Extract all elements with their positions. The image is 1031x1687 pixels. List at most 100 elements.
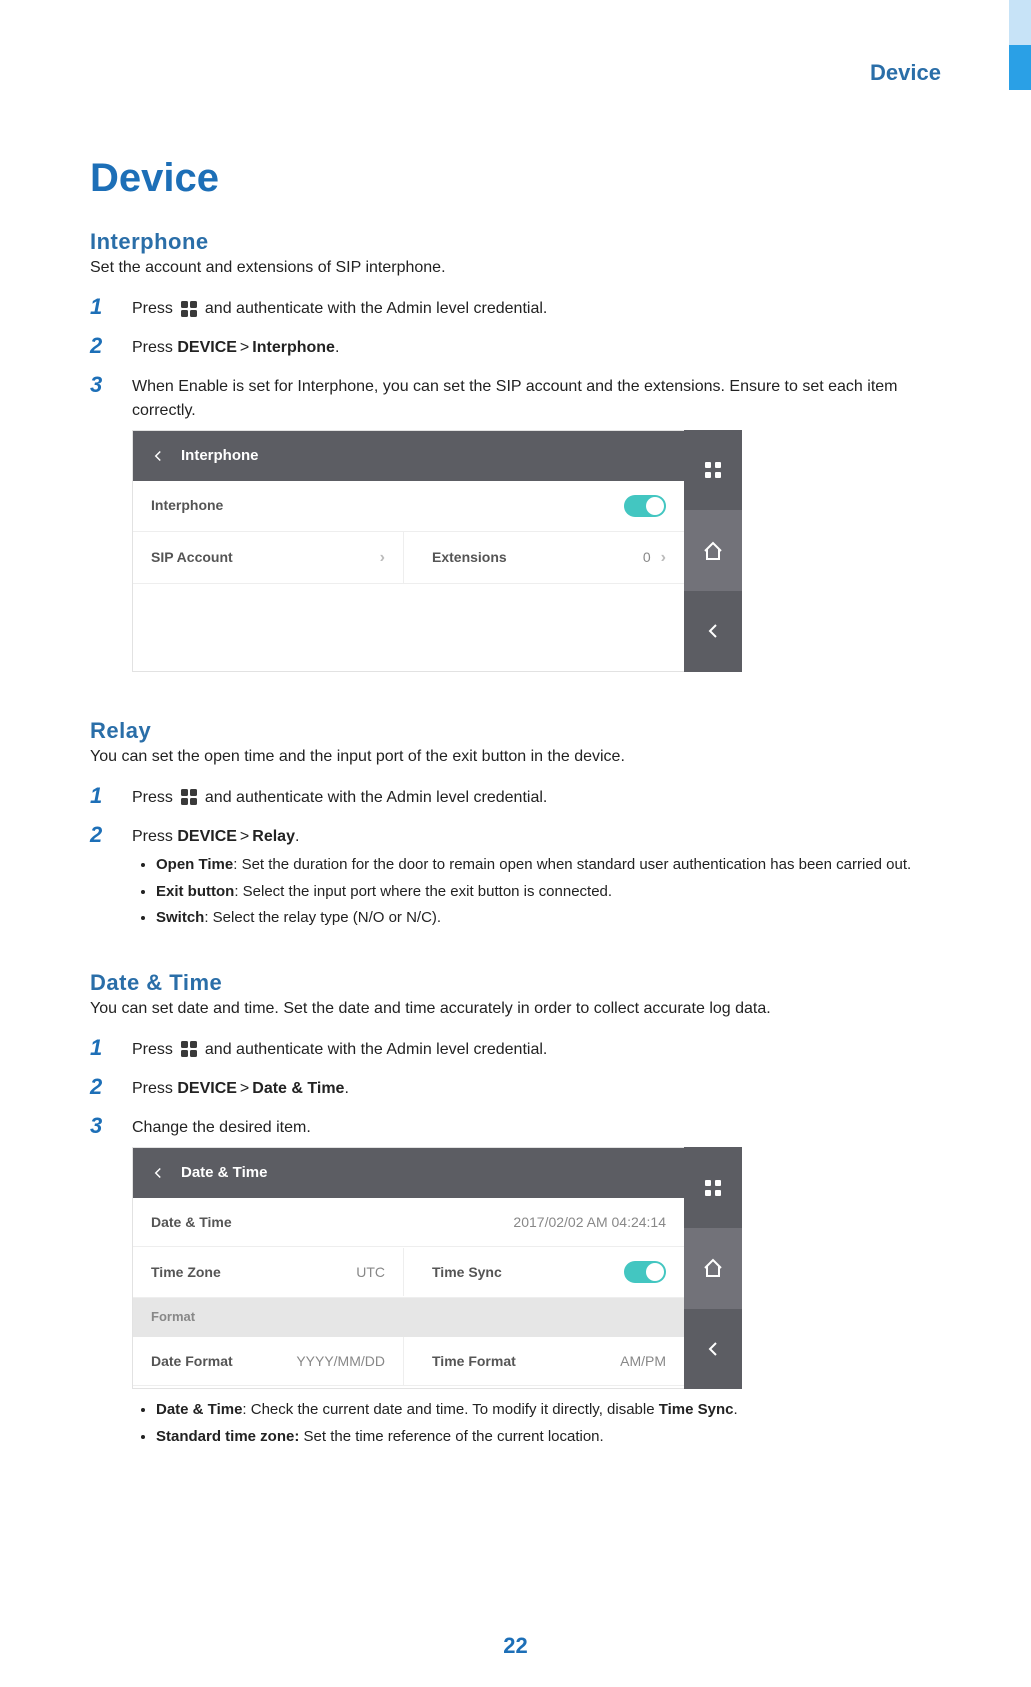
shot-titlebar[interactable]: Date & Time	[133, 1148, 684, 1198]
nav-datetime: Date & Time	[252, 1080, 344, 1097]
bullet-desc: : Select the input port where the exit b…	[234, 883, 612, 900]
bullet-title: Exit button	[156, 883, 234, 900]
bullet-emph: Time Sync	[659, 1401, 734, 1418]
relay-intro: You can set the open time and the input …	[90, 748, 941, 766]
apps-icon	[701, 458, 725, 482]
extensions-row[interactable]: Extensions 0 ›	[414, 532, 684, 583]
interphone-step-3: When Enable is set for Interphone, you c…	[90, 367, 941, 689]
interphone-steps: Press and authenticate with the Admin le…	[90, 289, 941, 690]
row-value: AM/PM	[620, 1351, 666, 1371]
shot-titlebar[interactable]: Interphone	[133, 431, 684, 481]
interphone-step-2: Press DEVICE>Interphone.	[90, 328, 941, 367]
bullet-desc: : Set the duration for the door to remai…	[233, 856, 911, 873]
side-home-button[interactable]	[684, 1228, 742, 1309]
datetime-bullet-datetime: Date & Time: Check the current date and …	[156, 1399, 941, 1422]
relay-step-2: Press DEVICE>Relay. Open Time: Set the d…	[90, 817, 941, 942]
interphone-heading: Interphone	[90, 229, 941, 255]
step-text: and authenticate with the Admin level cr…	[205, 297, 547, 320]
interphone-screenshot: Interphone Interphone SIP Account › Exte…	[132, 430, 742, 672]
row-label: SIP Account	[151, 547, 370, 567]
relay-steps: Press and authenticate with the Admin le…	[90, 778, 941, 942]
toggle-on-icon[interactable]	[624, 495, 666, 517]
relay-bullet-switch: Switch: Select the relay type (N/O or N/…	[156, 907, 941, 930]
relay-step-1: Press and authenticate with the Admin le…	[90, 778, 941, 817]
nav-interphone: Interphone	[252, 339, 335, 356]
side-home-button[interactable]	[684, 510, 742, 591]
row-label: Time Sync	[432, 1262, 614, 1282]
nav-device: DEVICE	[177, 339, 237, 356]
sip-account-row[interactable]: SIP Account ›	[133, 532, 404, 583]
step-text: and authenticate with the Admin level cr…	[205, 1038, 547, 1061]
interphone-step-1: Press and authenticate with the Admin le…	[90, 289, 941, 328]
step-text: Press	[132, 786, 173, 809]
apps-icon	[181, 1041, 197, 1057]
row-label: Date & Time	[151, 1212, 503, 1232]
row-label: Time Zone	[151, 1262, 346, 1282]
toggle-on-icon[interactable]	[624, 1261, 666, 1283]
datetime-step-3: Change the desired item. Date & Time Dat…	[90, 1108, 941, 1460]
side-apps-button[interactable]	[684, 1147, 742, 1228]
back-arrow-icon	[701, 619, 725, 643]
bullet-desc: : Select the relay type (N/O or N/C).	[204, 909, 441, 926]
datetime-steps: Press and authenticate with the Admin le…	[90, 1030, 941, 1461]
side-back-button[interactable]	[684, 591, 742, 672]
step-text: .	[335, 339, 339, 356]
format-section-header: Format	[133, 1298, 684, 1337]
page-header-label: Device	[90, 60, 941, 86]
bullet-title: Standard time zone:	[156, 1428, 299, 1445]
shot-title-text: Date & Time	[181, 1162, 267, 1184]
page-title: Device	[90, 156, 941, 201]
back-arrow-icon	[701, 1337, 725, 1361]
relay-heading: Relay	[90, 718, 941, 744]
step-text: Press	[132, 339, 177, 356]
chevron-right-icon: ›	[661, 546, 666, 569]
home-icon	[701, 539, 725, 563]
apps-icon	[181, 301, 197, 317]
interphone-intro: Set the account and extensions of SIP in…	[90, 259, 941, 277]
apps-icon	[701, 1176, 725, 1200]
bullet-desc: Set the time reference of the current lo…	[299, 1428, 603, 1445]
dateformat-row[interactable]: Date Format YYYY/MM/DD	[133, 1337, 404, 1385]
datetime-intro: You can set date and time. Set the date …	[90, 1000, 941, 1018]
relay-bullets: Open Time: Set the duration for the door…	[132, 854, 941, 930]
nav-device: DEVICE	[177, 1080, 237, 1097]
nav-device: DEVICE	[177, 828, 237, 845]
row-label: Time Format	[432, 1351, 610, 1371]
datetime-step-1: Press and authenticate with the Admin le…	[90, 1030, 941, 1069]
bullet-title: Switch	[156, 909, 204, 926]
timeformat-row[interactable]: Time Format AM/PM	[414, 1337, 684, 1385]
breadcrumb-separator: >	[240, 828, 249, 845]
row-label: Interphone	[151, 495, 614, 515]
step-text: Press	[132, 297, 173, 320]
step-text: .	[344, 1080, 348, 1097]
datetime-step-2: Press DEVICE>Date & Time.	[90, 1069, 941, 1108]
row-label: Extensions	[432, 547, 633, 567]
datetime-bullet-timezone: Standard time zone: Set the time referen…	[156, 1426, 941, 1449]
row-label: Date Format	[151, 1351, 286, 1371]
edge-color-tab	[1009, 0, 1031, 90]
shot-title-text: Interphone	[181, 445, 259, 467]
step-text: .	[295, 828, 299, 845]
row-value: YYYY/MM/DD	[296, 1351, 385, 1371]
datetime-row[interactable]: Date & Time 2017/02/02 AM 04:24:14	[133, 1198, 684, 1247]
interphone-toggle-row[interactable]: Interphone	[133, 481, 684, 532]
side-back-button[interactable]	[684, 1309, 742, 1390]
back-arrow-icon	[149, 447, 167, 465]
step-text: When Enable is set for Interphone, you c…	[132, 378, 898, 418]
row-value: UTC	[356, 1262, 385, 1282]
step-text: and authenticate with the Admin level cr…	[205, 786, 547, 809]
timesync-row[interactable]: Time Sync	[414, 1247, 684, 1297]
row-value: 2017/02/02 AM 04:24:14	[513, 1212, 666, 1232]
chevron-right-icon: ›	[380, 546, 385, 569]
apps-icon	[181, 789, 197, 805]
side-apps-button[interactable]	[684, 430, 742, 511]
bullet-title: Open Time	[156, 856, 233, 873]
timezone-row[interactable]: Time Zone UTC	[133, 1248, 404, 1296]
nav-relay: Relay	[252, 828, 295, 845]
step-text: Press	[132, 828, 177, 845]
step-text: Change the desired item.	[132, 1119, 311, 1136]
row-value: 0	[643, 547, 651, 567]
datetime-bullets: Date & Time: Check the current date and …	[132, 1399, 941, 1448]
bullet-title: Date & Time	[156, 1401, 242, 1418]
breadcrumb-separator: >	[240, 1080, 249, 1097]
